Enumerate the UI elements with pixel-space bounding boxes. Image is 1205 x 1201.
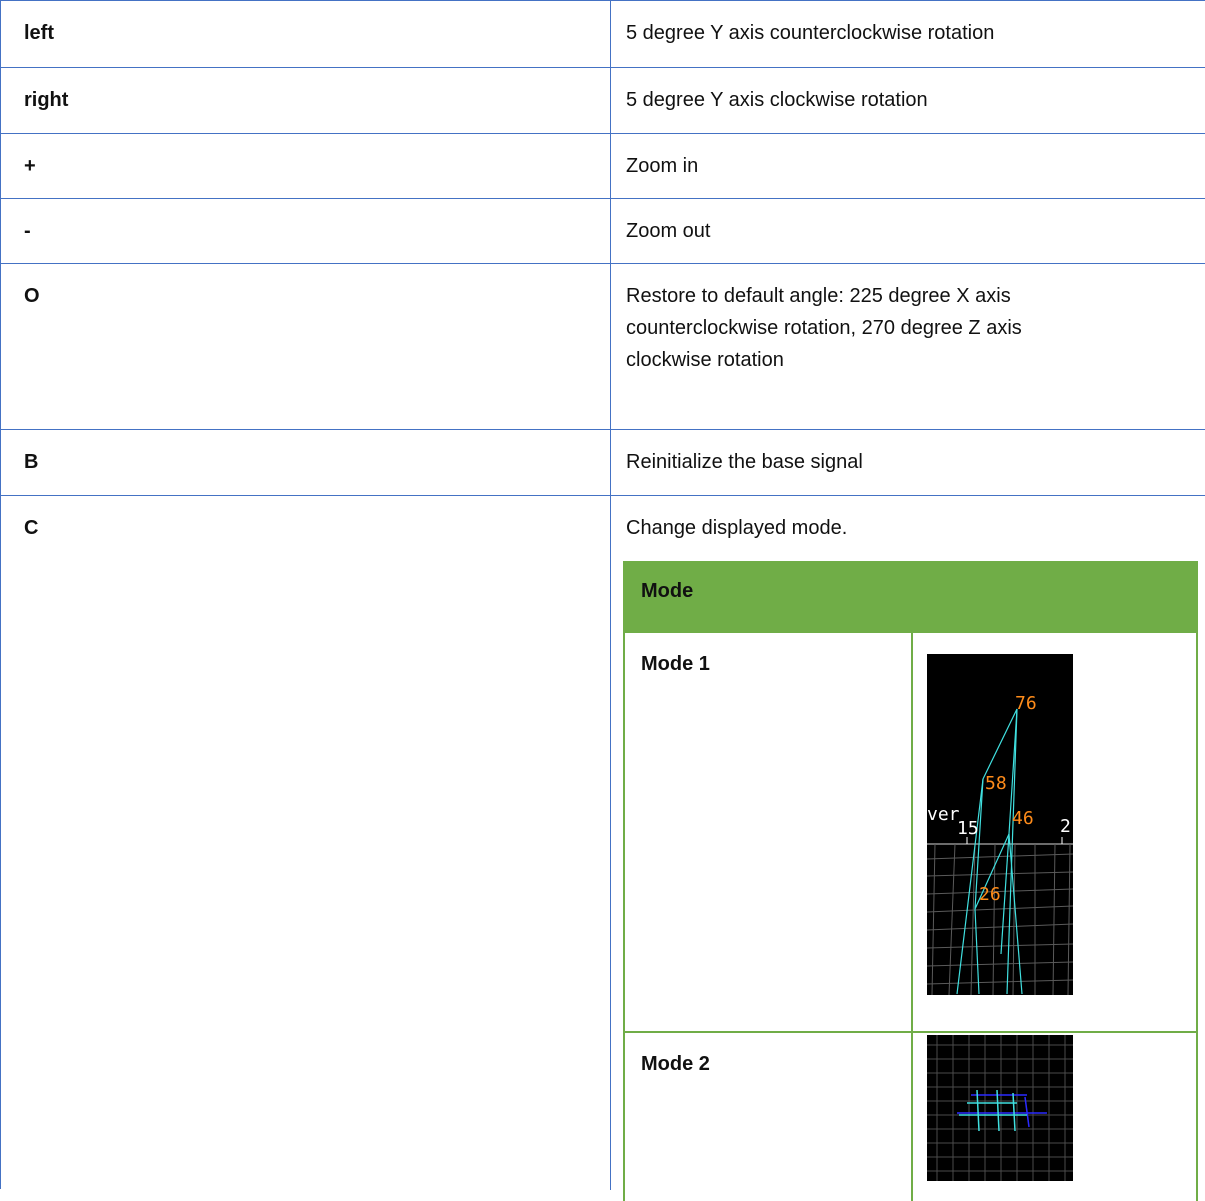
key-description: 5 degree Y axis clockwise rotation [626,89,928,111]
key-description: Change displayed mode. [626,517,848,539]
mode-table-header: Mode [623,561,1198,633]
key-description: Zoom out [626,220,711,242]
axis-tick-label: 15 [957,818,979,839]
description-line: clockwise rotation [626,349,784,371]
key-table: left 5 degree Y axis counterclockwise ro… [0,0,1205,1201]
key-label: + [24,155,36,177]
peak-label: 58 [985,773,1007,794]
key-label: B [24,451,39,473]
mode-2-label: Mode 2 [641,1053,710,1075]
table-row: left 5 degree Y axis counterclockwise ro… [1,1,1205,68]
mode-1-plot: 76 58 46 26 15 ver 2 [927,693,1073,995]
table-row: right 5 degree Y axis clockwise rotation [1,68,1205,134]
key-description: Restore to default angle: 225 degree X a… [626,280,1196,376]
mode-2-thumbnail [927,1035,1073,1181]
key-description: 5 degree Y axis counterclockwise rotatio… [626,22,995,44]
key-label: C [24,517,39,539]
key-label: left [24,22,54,44]
description-line: Restore to default angle: 225 degree X a… [626,285,1011,307]
peak-label: 76 [1015,693,1037,714]
table-row: O Restore to default angle: 225 degree X… [1,264,1205,430]
peak-label: 26 [979,884,1001,905]
mode-cell [623,631,913,1033]
peak-label: 46 [1012,808,1034,829]
mode-1-label: Mode 1 [641,653,710,675]
key-label: - [24,220,31,242]
axis-tick-label: 2 [1060,816,1071,837]
description-line: counterclockwise rotation, 270 degree Z … [626,317,1022,339]
key-description: Zoom in [626,155,699,177]
table-row: - Zoom out [1,199,1205,264]
key-description: Reinitialize the base signal [626,451,863,473]
axis-label: ver [927,804,960,825]
table-row: + Zoom in [1,134,1205,199]
key-label: O [24,285,40,307]
key-label: right [24,89,69,111]
mode-2-plot [927,1035,1073,1181]
mode-1-thumbnail: 76 58 46 26 15 ver 2 [927,654,1073,995]
table-row: B Reinitialize the base signal [1,430,1205,496]
